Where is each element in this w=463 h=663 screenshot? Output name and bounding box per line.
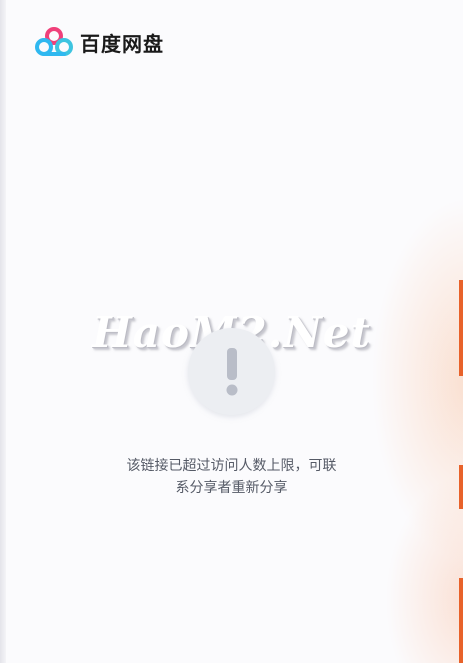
side-accent-strip: [459, 280, 463, 376]
exclamation-icon: [226, 347, 237, 395]
brand-name[interactable]: 百度网盘: [80, 28, 164, 57]
baidu-netdisk-logo-icon[interactable]: [34, 26, 74, 58]
header: 百度网盘: [34, 26, 164, 58]
error-message-line: 该链接已超过访问人数上限，可联: [126, 458, 337, 474]
error-message-line: 系分享者重新分享: [175, 480, 288, 496]
share-error-page: 百度网盘 HaoM2.Net 该链接已超过访问人数上限，可联 系分享者重新分享: [0, 0, 463, 663]
side-accent-strip: [459, 578, 463, 663]
alert-badge: [188, 328, 275, 415]
window-left-edge: [0, 0, 6, 663]
error-message: 该链接已超过访问人数上限，可联 系分享者重新分享: [0, 455, 463, 499]
